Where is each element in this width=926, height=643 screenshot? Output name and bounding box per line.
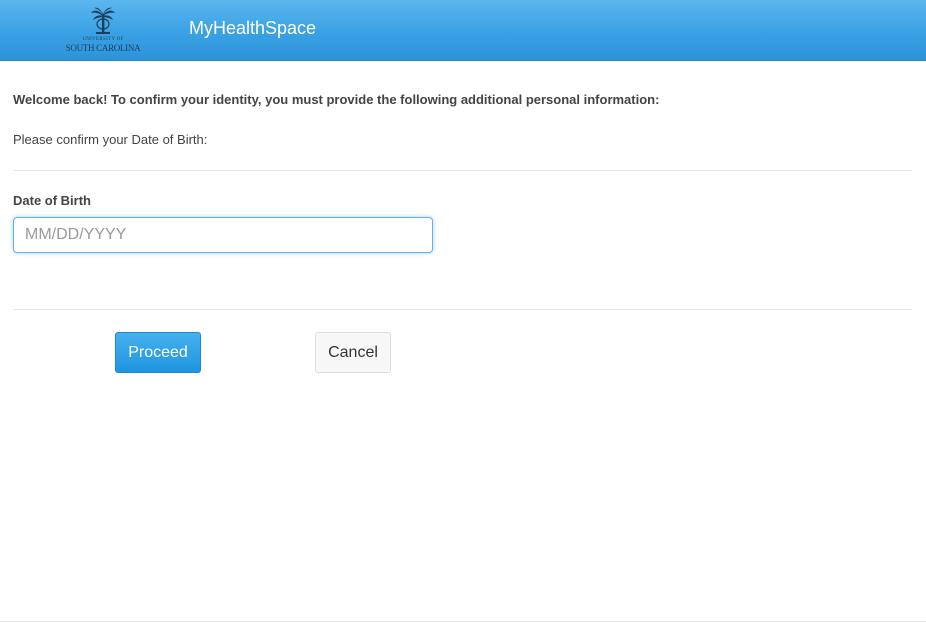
dob-label: Date of Birth [13,193,91,208]
app-header: UNIVERSITY OF SOUTH CAROLINA MyHealthSpa… [0,0,926,61]
cancel-button[interactable]: Cancel [315,332,391,373]
welcome-message: Welcome back! To confirm your identity, … [13,92,660,107]
university-logo[interactable]: UNIVERSITY OF SOUTH CAROLINA [60,6,146,54]
app-title: MyHealthSpace [189,18,317,38]
logo-text-south-carolina: SOUTH CAROLINA [65,43,141,53]
footer-divider [0,621,926,622]
university-seal-icon [91,7,115,34]
divider [13,170,912,171]
proceed-button[interactable]: Proceed [115,332,201,373]
divider [13,309,912,310]
confirm-dob-instruction: Please confirm your Date of Birth: [13,132,208,147]
logo-text-university-of: UNIVERSITY OF [82,37,124,42]
dob-input[interactable] [13,217,433,253]
